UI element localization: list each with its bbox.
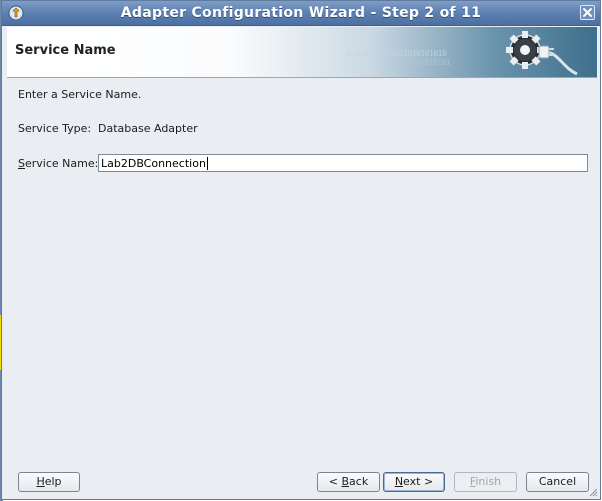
cancel-button[interactable]: Cancel	[526, 472, 589, 492]
help-mnemonic: H	[36, 475, 45, 488]
next-button[interactable]: Next >	[383, 472, 445, 492]
instruction-text: Enter a Service Name.	[18, 88, 142, 101]
back-button[interactable]: < Back	[317, 472, 380, 492]
wizard-header: Service Name 01010101010101010101010 010…	[7, 27, 597, 78]
service-name-input[interactable]	[98, 154, 588, 172]
back-mnemonic: B	[341, 475, 350, 488]
help-button[interactable]: Help	[18, 472, 80, 492]
finish-label: inish	[475, 475, 502, 488]
service-type-value: Database Adapter	[98, 122, 198, 135]
service-name-mnemonic: S	[18, 157, 25, 170]
service-name-label: Service Name:	[18, 157, 98, 170]
close-button[interactable]	[580, 5, 595, 20]
next-mnemonic: N	[394, 475, 404, 488]
help-label: elp	[44, 475, 62, 488]
back-prefix: <	[328, 475, 342, 488]
wizard-dialog: Adapter Configuration Wizard - Step 2 of…	[1, 0, 601, 500]
gear-plug-icon	[506, 31, 578, 76]
resize-grip-icon[interactable]	[588, 487, 598, 497]
service-type-label: Service Type:	[18, 122, 92, 135]
back-label: ack	[349, 475, 369, 488]
text-cursor	[207, 157, 208, 170]
window-title: Adapter Configuration Wizard - Step 2 of…	[120, 5, 482, 21]
header-binary-decoration: 01010101010101010101010	[347, 49, 447, 58]
finish-button[interactable]: Finish	[454, 472, 517, 492]
wizard-content: Enter a Service Name. Service Type: Data…	[7, 78, 597, 466]
page-title: Service Name	[15, 43, 116, 58]
title-bar[interactable]: Adapter Configuration Wizard - Step 2 of…	[2, 1, 600, 26]
next-label: ext >	[403, 475, 434, 488]
header-binary-decoration-2: 0101010101	[407, 58, 451, 67]
service-name-label-text: ervice Name:	[24, 157, 99, 170]
close-icon	[583, 8, 592, 17]
